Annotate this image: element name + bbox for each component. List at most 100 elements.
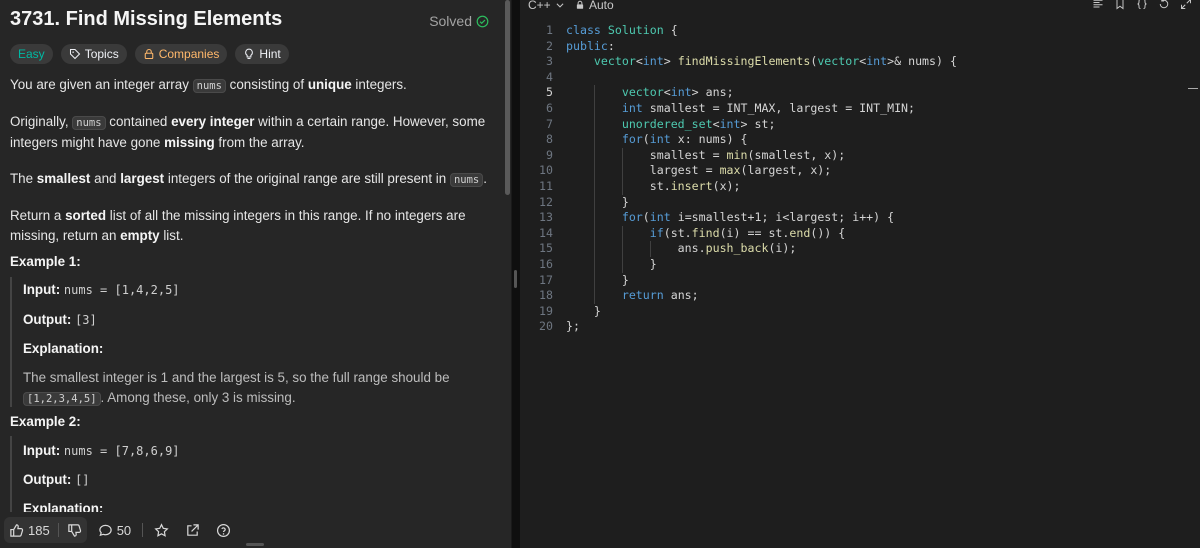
bookmark-icon[interactable] (1114, 0, 1126, 10)
format-icon[interactable] (1092, 0, 1104, 10)
example-2-output: Output: [] (23, 472, 90, 487)
example-1-output: Output: [3] (23, 312, 97, 327)
external-link-icon (187, 523, 199, 536)
like-count: 185 (28, 522, 50, 538)
example-1-input: Input: nums = [1,4,2,5] (23, 282, 180, 297)
splitter-grip[interactable] (514, 270, 517, 288)
code-line[interactable]: 10 largest = max(largest, x); (520, 163, 1200, 179)
text: from the array. (214, 135, 305, 150)
check-circle-icon (476, 15, 489, 27)
hint-button[interactable]: Hint (235, 44, 289, 64)
code-line[interactable]: 12 } (520, 194, 1200, 211)
line-number: 18 (539, 288, 553, 303)
description-scrollbar[interactable] (505, 0, 510, 195)
code-editor-panel: C++ Auto 1 class Solution {2 public: 3 vect… (520, 0, 1200, 548)
thumbs-down-icon[interactable] (67, 523, 82, 538)
code-line[interactable]: 1 class Solution { (520, 23, 1200, 39)
explanation-label: Explanation: (23, 341, 104, 356)
input-value: nums = [1,4,2,5] (63, 283, 180, 297)
code-line[interactable]: 2 public: (520, 39, 1200, 55)
line-number: 1 (546, 23, 553, 37)
code-line[interactable]: 16 } (520, 256, 1200, 273)
code-text: } (566, 256, 657, 271)
line-number: 3 (546, 54, 553, 69)
code-line[interactable]: 17 } (520, 272, 1200, 289)
comments-button[interactable]: 50 (93, 517, 136, 543)
question-circle-icon (217, 523, 231, 537)
share-button[interactable] (180, 517, 205, 543)
vote-group: 185 (4, 517, 87, 543)
editor-actions (1092, 0, 1192, 10)
panel-splitter[interactable] (512, 0, 520, 548)
panel-resize-grip[interactable] (246, 543, 264, 546)
line-number: 14 (539, 225, 553, 240)
inline-code: [1,2,3,4,5] (23, 392, 101, 406)
difficulty-label: Easy (18, 47, 45, 61)
code-text: public: (566, 38, 615, 53)
code-text: smallest = min(smallest, x); (566, 147, 846, 162)
auto-mode-toggle[interactable]: Auto (575, 0, 614, 12)
cursor-marker (1188, 88, 1198, 89)
like-button[interactable]: 185 (9, 523, 50, 538)
reset-icon[interactable] (1158, 0, 1170, 10)
line-number: 20 (539, 319, 553, 334)
code-area[interactable]: 1 class Solution {2 public: 3 vector<int> f… (520, 23, 1200, 335)
line-number: 10 (539, 163, 553, 178)
bold-text: largest (120, 171, 165, 186)
divider (57, 523, 59, 537)
code-text: for(int i=smallest+1; i<largest; i++) { (621, 210, 895, 225)
topics-button[interactable]: Topics (60, 44, 127, 64)
text: Originally, (10, 114, 73, 129)
hint-label: Hint (259, 47, 281, 61)
code-line[interactable]: 13 for(int i=smallest+1; i<largest; i++)… (520, 210, 1200, 226)
code-line[interactable]: 20}; (520, 319, 1200, 335)
topics-label: Topics (84, 47, 119, 61)
example-2-title: Example 2: (10, 414, 81, 429)
mode-label: Auto (589, 0, 614, 12)
example-2-input: Input: nums = [7,8,6,9] (23, 443, 180, 458)
line-number: 16 (539, 256, 553, 271)
expand-icon[interactable] (1180, 0, 1192, 10)
code-line[interactable]: 8 for(int x: nums) { (520, 132, 1200, 148)
favorite-button[interactable] (149, 517, 174, 543)
text: . (483, 171, 487, 186)
code-text: st.insert(x); (566, 178, 741, 193)
input-value: nums = [7,8,6,9] (63, 444, 180, 458)
code-text: return ans; (621, 288, 699, 303)
thumbs-up-icon (10, 523, 24, 537)
line-number: 15 (539, 241, 553, 256)
divider (142, 523, 144, 537)
code-line[interactable]: 11 st.insert(x); (520, 178, 1200, 195)
example-1-explanation-label: Explanation: (23, 341, 103, 356)
code-line[interactable]: 9 smallest = min(smallest, x); (520, 147, 1200, 164)
code-line[interactable]: 6 int smallest = INT_MAX, largest = INT_… (520, 100, 1200, 117)
companies-label: Companies (158, 47, 220, 61)
code-text: int smallest = INT_MAX, largest = INT_MI… (621, 100, 916, 115)
braces-icon[interactable] (1136, 0, 1148, 10)
editor-toolbar: C++ Auto (520, 0, 1200, 13)
tag-icon (69, 48, 80, 60)
chevron-down-icon (556, 3, 564, 8)
tag-row: Easy Topics Companies Hint (10, 44, 289, 64)
code-line[interactable]: 14 if(st.find(i) == st.end()) { (520, 225, 1200, 242)
code-text: }; (566, 319, 580, 334)
text: consisting of (225, 77, 308, 92)
line-number: 19 (539, 303, 553, 318)
problem-panel: 3731. Find Missing Elements Solved Easy … (0, 0, 512, 548)
code-line[interactable]: 15 ans.push_back(i); (520, 241, 1200, 257)
code-line[interactable]: 19 } (520, 304, 1200, 320)
line-number: 12 (539, 194, 553, 209)
code-line[interactable]: 3 vector<int> findMissingElements(vector… (520, 54, 1200, 70)
line-number: 5 (546, 85, 553, 100)
example-1-title: Example 1: (10, 254, 81, 269)
description-paragraph: Originally, nums contained every integer… (10, 112, 490, 153)
companies-button[interactable]: Companies (134, 44, 228, 64)
code-line[interactable]: 18 return ans; (520, 288, 1200, 304)
help-button[interactable] (211, 517, 236, 543)
language-select[interactable]: C++ (528, 0, 565, 12)
bold-text: unique (307, 77, 352, 92)
input-label: Input: (23, 282, 61, 297)
code-line[interactable]: 5 vector<int> ans; (520, 85, 1200, 101)
code-line[interactable]: 4 (520, 70, 1200, 86)
code-line[interactable]: 7 unordered_set<int> st; (520, 116, 1200, 133)
